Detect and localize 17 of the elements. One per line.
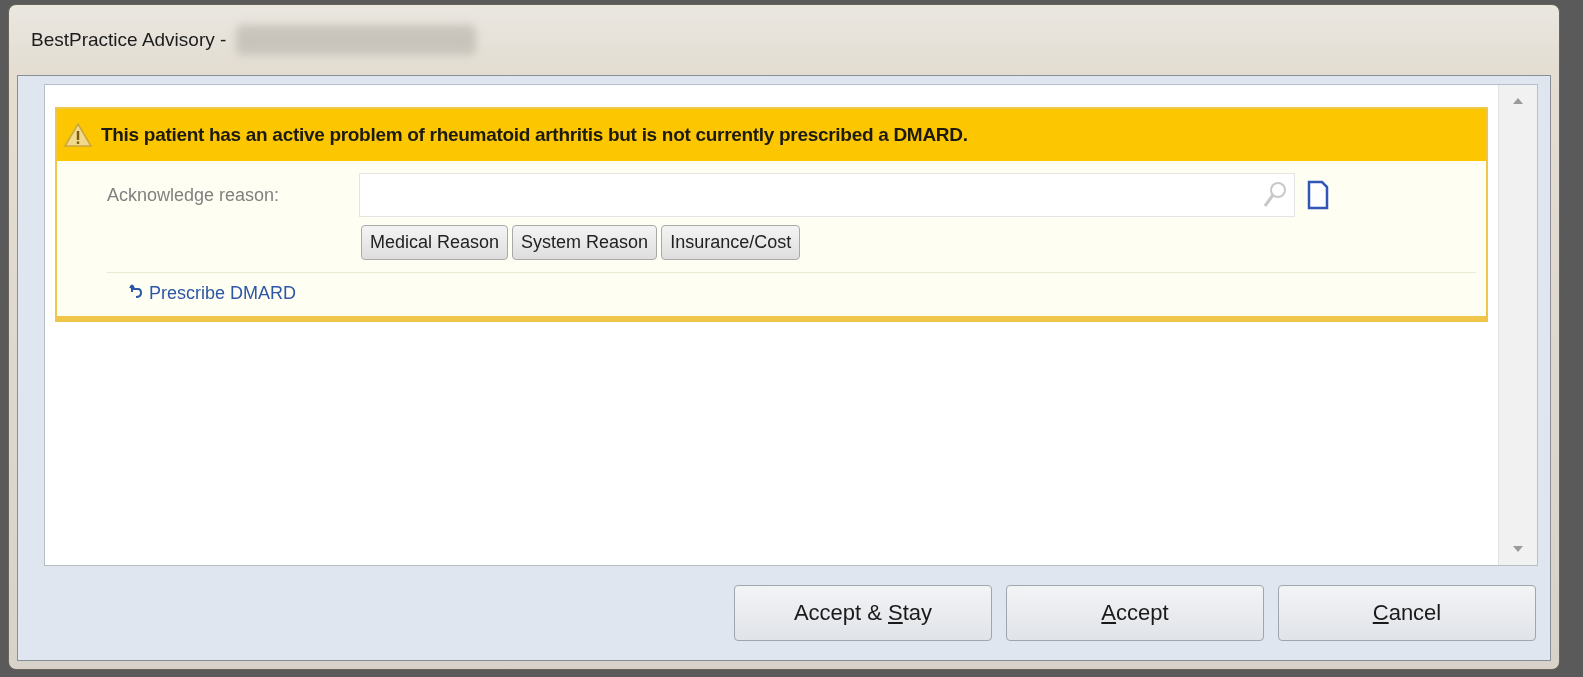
warning-icon [63,122,93,148]
reason-button[interactable]: System Reason [512,225,658,260]
scroll-down-icon[interactable] [1512,545,1524,553]
reason-field[interactable] [359,173,1295,217]
reason-label: Acknowledge reason: [107,184,281,206]
reason-button[interactable]: Insurance/Cost [661,225,801,260]
window-title: BestPractice Advisory - [31,29,227,51]
dialog-button[interactable]: Cancel [1278,585,1536,641]
link-arrow-icon [129,283,143,299]
scrollbar[interactable] [1498,85,1537,565]
reason-button[interactable]: Medical Reason [361,225,509,260]
document-icon[interactable] [1307,180,1329,210]
dialog-button[interactable]: Accept & Stay [734,585,992,641]
dialog-button[interactable]: Accept [1006,585,1264,641]
prescribe-link[interactable]: Prescribe DMARD [129,283,297,303]
scroll-up-icon[interactable] [1512,97,1524,105]
advisory-message: This patient has an active problem of rheumatoid arthritis but is not currently prescribed a DMARD. [101,124,968,146]
